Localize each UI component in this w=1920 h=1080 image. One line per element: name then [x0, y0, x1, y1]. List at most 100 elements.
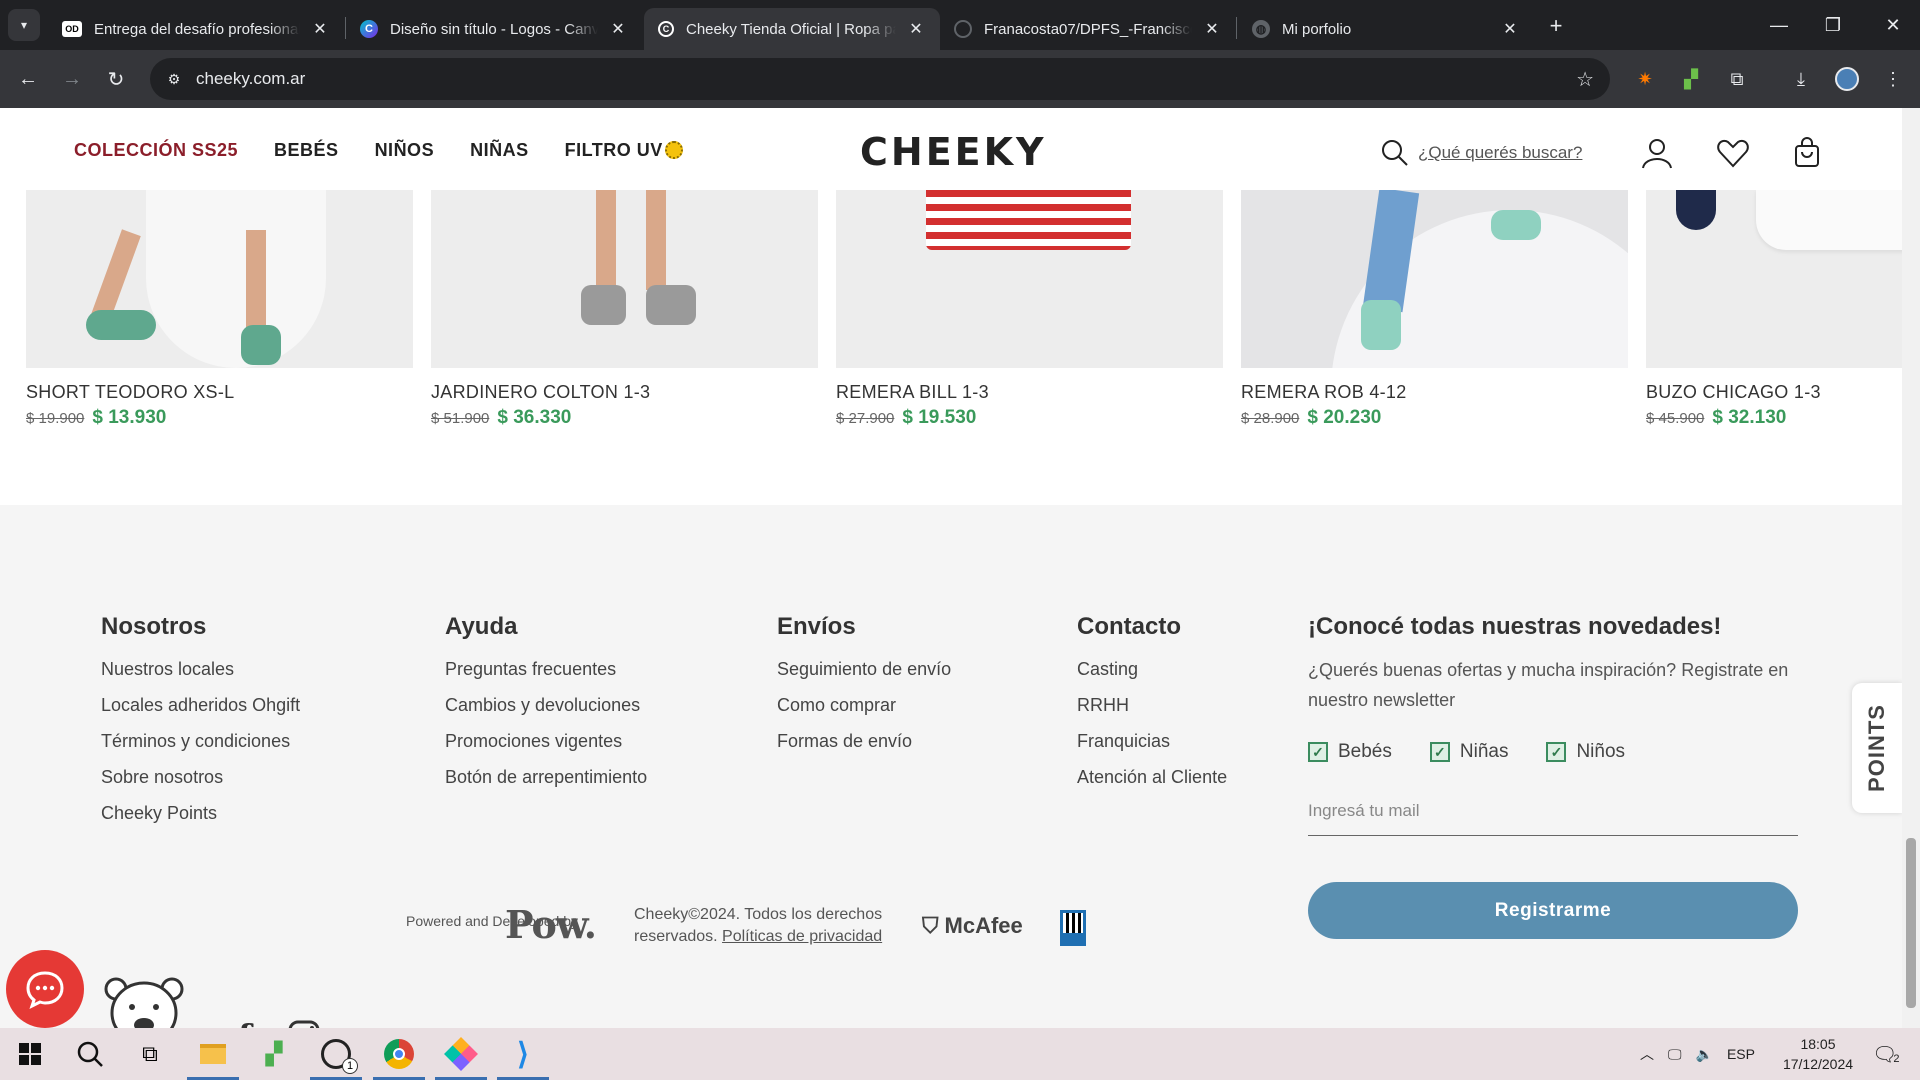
reload-button[interactable]: ↻ — [100, 63, 132, 95]
product-name[interactable]: SHORT TEODORO XS-L — [26, 382, 413, 403]
product-image[interactable] — [1241, 190, 1628, 368]
address-bar[interactable]: ⚙ cheeky.com.ar ☆ — [150, 58, 1610, 100]
footer-link[interactable]: Cheeky Points — [101, 803, 300, 839]
extensions-puzzle-icon[interactable]: ⧉ — [1722, 64, 1752, 94]
nav-filtro-uv[interactable]: FILTRO UV — [565, 140, 683, 161]
nav-coleccion[interactable]: COLECCIÓN SS25 — [74, 140, 238, 161]
close-window-button[interactable]: ✕ — [1866, 0, 1920, 50]
close-tab-icon[interactable]: ✕ — [906, 19, 926, 39]
product-card[interactable]: SHORT TEODORO XS-L $ 19.900 $ 13.930 — [26, 190, 413, 429]
volume-icon[interactable]: 🔈 — [1696, 1046, 1713, 1063]
pow-logo[interactable]: Pow. — [505, 902, 597, 947]
new-tab-button[interactable]: + — [1542, 12, 1570, 40]
task-view-icon[interactable]: ⧉ — [120, 1028, 180, 1080]
chart-app-icon[interactable]: ▞ — [244, 1028, 304, 1080]
forward-button[interactable]: → — [56, 63, 88, 95]
footer-link[interactable]: Atención al Cliente — [1077, 767, 1227, 803]
file-explorer-icon[interactable] — [183, 1028, 243, 1080]
tray-chevron-up-icon[interactable]: ︿ — [1640, 1044, 1654, 1064]
footer-link[interactable]: Seguimiento de envío — [777, 659, 951, 695]
taskbar-search-icon[interactable] — [60, 1028, 120, 1080]
product-name[interactable]: BUZO CHICAGO 1-3 — [1646, 382, 1902, 403]
page-scrollbar[interactable] — [1902, 108, 1920, 1028]
browser-menu-icon[interactable]: ⋮ — [1878, 64, 1908, 94]
footer-link[interactable]: Nuestros locales — [101, 659, 300, 695]
close-tab-icon[interactable]: ✕ — [608, 19, 628, 39]
tab-cheeky[interactable]: C Cheeky Tienda Oficial | Ropa para ✕ — [644, 8, 940, 50]
footer-link[interactable]: Casting — [1077, 659, 1227, 695]
product-name[interactable]: REMERA ROB 4-12 — [1241, 382, 1628, 403]
tab-porfolio[interactable]: ◍ Mi porfolio ✕ — [1238, 8, 1534, 50]
tab-canva[interactable]: C Diseño sin título - Logos - Canva ✕ — [346, 8, 642, 50]
nav-ninos[interactable]: NIÑOS — [375, 140, 435, 161]
checkbox-ninas[interactable]: ✓ Niñas — [1429, 741, 1508, 763]
close-tab-icon[interactable]: ✕ — [1202, 19, 1222, 39]
restore-button[interactable]: ❐ — [1806, 0, 1860, 50]
footer-link[interactable]: Como comprar — [777, 695, 951, 731]
url-text[interactable]: cheeky.com.ar — [196, 69, 305, 89]
product-image[interactable] — [26, 190, 413, 368]
footer-link[interactable]: Botón de arrepentimiento — [445, 767, 647, 803]
footer-link[interactable]: Cambios y devoluciones — [445, 695, 647, 731]
git-app-icon[interactable] — [431, 1028, 491, 1080]
nav-ninas[interactable]: NIÑAS — [470, 140, 529, 161]
product-card[interactable]: REMERA ROB 4-12 $ 28.900 $ 20.230 — [1241, 190, 1628, 429]
footer-link[interactable]: Preguntas frecuentes — [445, 659, 647, 695]
footer-link[interactable]: Promociones vigentes — [445, 731, 647, 767]
cheeky-points-tab[interactable]: POINTS — [1852, 683, 1902, 813]
product-image[interactable] — [431, 190, 818, 368]
search-placeholder[interactable]: ¿Qué querés buscar? — [1418, 143, 1582, 163]
product-image[interactable] — [1646, 190, 1902, 368]
tab-search-button[interactable]: ▾ — [8, 9, 40, 41]
product-card[interactable]: BUZO CHICAGO 1-3 $ 45.900 $ 32.130 — [1646, 190, 1902, 429]
chat-button[interactable] — [6, 950, 84, 1028]
whatsapp-icon[interactable]: 1 — [306, 1028, 366, 1080]
product-name[interactable]: REMERA BILL 1-3 — [836, 382, 1223, 403]
mcafee-badge[interactable]: ⛉ McAfee — [922, 913, 1023, 939]
bookmark-star-icon[interactable]: ☆ — [1576, 67, 1594, 92]
footer-link[interactable]: Franquicias — [1077, 731, 1227, 767]
footer-link[interactable]: Formas de envío — [777, 731, 951, 767]
product-card[interactable]: REMERA BILL 1-3 $ 27.900 $ 19.530 — [836, 190, 1223, 429]
chrome-icon[interactable] — [369, 1028, 429, 1080]
footer-link[interactable]: Locales adheridos Ohgift — [101, 695, 300, 731]
privacy-link[interactable]: Políticas de privacidad — [722, 928, 882, 945]
site-info-icon[interactable]: ⚙ — [164, 69, 184, 89]
shopping-bag-icon[interactable] — [1790, 136, 1824, 170]
register-button[interactable]: Registrarme — [1308, 882, 1798, 939]
profile-avatar[interactable] — [1832, 64, 1862, 94]
tab-entrega[interactable]: OD Entrega del desafío profesional ✕ — [48, 8, 344, 50]
tab-github[interactable]: Franacosta07/DPFS_-Francisco_ ✕ — [940, 8, 1236, 50]
close-tab-icon[interactable]: ✕ — [1500, 19, 1520, 39]
data-fiscal-qr-icon[interactable] — [1060, 910, 1086, 946]
footer-link[interactable]: RRHH — [1077, 695, 1227, 731]
checkbox-checked-icon[interactable]: ✓ — [1308, 742, 1328, 762]
user-account-icon[interactable] — [1640, 136, 1674, 170]
facebook-icon[interactable]: f — [238, 1017, 252, 1028]
product-name[interactable]: JARDINERO COLTON 1-3 — [431, 382, 818, 403]
vscode-icon[interactable]: ⟩ — [493, 1028, 553, 1080]
close-tab-icon[interactable]: ✕ — [310, 19, 330, 39]
download-icon[interactable]: ⤓ — [1786, 64, 1816, 94]
product-card[interactable]: JARDINERO COLTON 1-3 $ 51.900 $ 36.330 — [431, 190, 818, 429]
footer-link[interactable]: Términos y condiciones — [101, 731, 300, 767]
checkbox-checked-icon[interactable]: ✓ — [1429, 742, 1450, 762]
scrollbar-thumb[interactable] — [1906, 838, 1916, 1008]
site-logo[interactable]: CHEEKY — [860, 130, 1047, 174]
wishlist-heart-icon[interactable] — [1716, 136, 1750, 170]
footer-link[interactable]: Sobre nosotros — [101, 767, 300, 803]
cheeky-bear-logo[interactable] — [102, 975, 186, 1028]
taskbar-clock[interactable]: 18:05 17/12/2024 — [1768, 1034, 1868, 1074]
language-indicator[interactable]: ESP — [1727, 1046, 1755, 1062]
minimize-button[interactable]: — — [1752, 0, 1806, 50]
checkbox-ninos[interactable]: ✓ Niños — [1546, 741, 1625, 763]
back-button[interactable]: ← — [12, 63, 44, 95]
extension-chart-icon[interactable]: ▞ — [1676, 64, 1706, 94]
extension-spark-icon[interactable]: ✷ — [1630, 64, 1660, 94]
product-image[interactable] — [836, 190, 1223, 368]
instagram-icon[interactable] — [288, 1020, 320, 1028]
start-button[interactable] — [0, 1028, 60, 1080]
notification-center-icon[interactable]: 🗨 2 — [1872, 1028, 1900, 1080]
checkbox-checked-icon[interactable]: ✓ — [1546, 742, 1567, 762]
email-field[interactable]: Ingresá tu mail — [1308, 801, 1798, 836]
